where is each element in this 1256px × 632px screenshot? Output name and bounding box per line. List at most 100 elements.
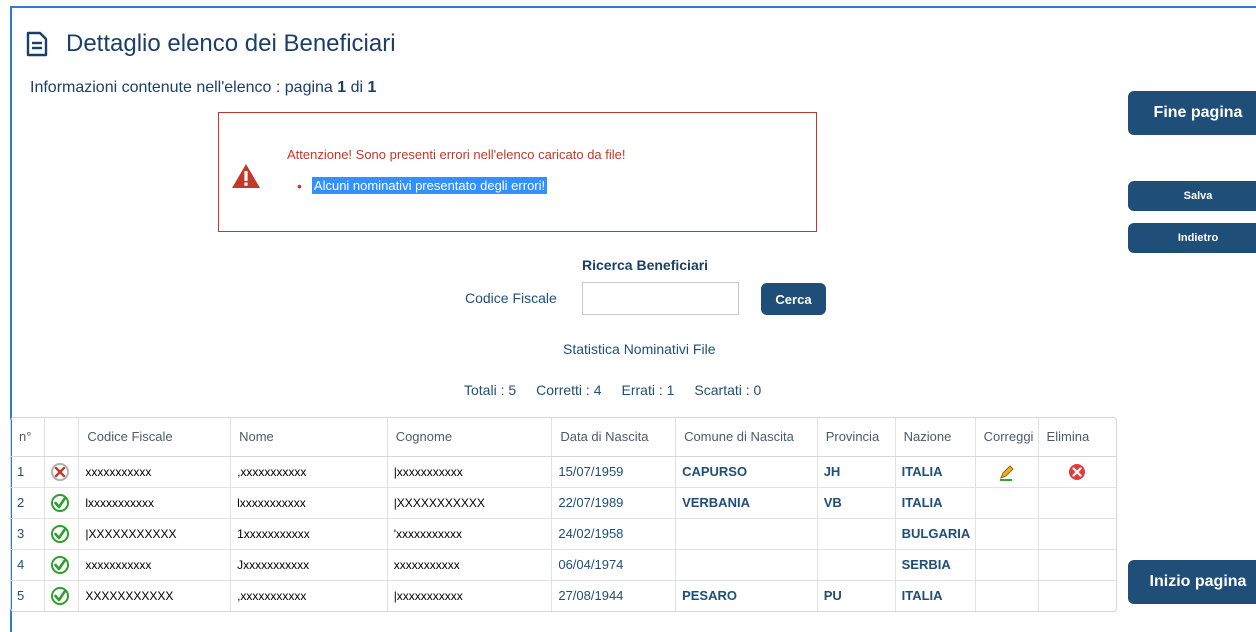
document-icon	[26, 31, 48, 57]
codice-fiscale-cell: xxxxxxxxxxx	[78, 549, 232, 581]
data-nascita-cell: 22/07/1989	[551, 487, 677, 519]
row-number: 4	[11, 549, 46, 581]
data-nascita-cell: 15/07/1959	[551, 456, 677, 488]
cognome-cell: |xxxxxxxxxxx	[387, 580, 553, 611]
column-header: Nazione	[895, 418, 976, 457]
row-number: 3	[11, 518, 46, 550]
column-header: Elimina	[1038, 418, 1116, 457]
salva-button[interactable]: Salva	[1128, 181, 1256, 211]
correggi-cell	[975, 487, 1039, 519]
nazione-cell: ITALIA	[895, 487, 976, 519]
elimina-cell	[1038, 580, 1116, 611]
row-number: 2	[11, 487, 46, 519]
nome-cell: lxxxxxxxxxxx	[230, 487, 388, 519]
stats-title: Statistica Nominativi File	[563, 341, 716, 357]
column-header: Comune di Nascita	[675, 418, 818, 457]
table-row: 2 lxxxxxxxxxxx lxxxxxxxxxxx |XXXXXXXXXXX 22/…	[11, 487, 1116, 519]
nome-cell: Jxxxxxxxxxxx	[230, 549, 388, 581]
row-number: 1	[11, 456, 46, 488]
delete-red-circle-icon[interactable]	[1068, 463, 1086, 481]
correggi-cell	[975, 518, 1039, 550]
column-header: Nome	[230, 418, 388, 457]
column-header: Provincia	[817, 418, 896, 457]
cognome-cell: 'xxxxxxxxxxx	[387, 518, 553, 550]
data-nascita-cell: 27/08/1944	[551, 580, 677, 611]
elimina-cell	[1038, 549, 1116, 581]
row-status	[44, 580, 80, 611]
column-header: Cognome	[387, 418, 553, 457]
data-nascita-cell: 06/04/1974	[551, 549, 677, 581]
elimina-cell	[1038, 518, 1116, 550]
alert-list: • Alcuni nominativi presentato degli err…	[297, 177, 548, 194]
row-number: 5	[11, 580, 46, 611]
correggi-cell[interactable]	[975, 456, 1039, 488]
column-header: n°	[11, 418, 46, 457]
provincia-cell: JH	[817, 456, 896, 488]
beneficiari-table: n° Codice Fiscale Nome Cognome Data di Nasci…	[10, 417, 1117, 612]
x-circle-gray-icon	[51, 462, 70, 481]
page-info-label: Informazioni contenute nell'elenco : pag…	[30, 79, 338, 96]
codice-fiscale-cell: |XXXXXXXXXXX	[78, 518, 232, 550]
provincia-cell: VB	[817, 487, 896, 519]
stat-corretti: Corretti : 4	[536, 382, 602, 398]
table-header-row: n° Codice Fiscale Nome Cognome Data di Nasci…	[11, 418, 1116, 457]
stat-totali: Totali : 5	[464, 382, 517, 398]
nazione-cell: BULGARIA	[895, 518, 976, 550]
fine-pagina-button[interactable]: Fine pagina	[1128, 91, 1256, 135]
cerca-button[interactable]: Cerca	[761, 283, 826, 315]
nome-cell: 1xxxxxxxxxxx	[230, 518, 388, 550]
comune-nascita-cell: VERBANIA	[675, 487, 818, 519]
comune-nascita-cell: PESARO	[675, 580, 818, 611]
check-circle-icon	[51, 555, 70, 574]
check-circle-icon	[51, 586, 70, 605]
page-header: Dettaglio elenco dei Beneficiari	[26, 30, 396, 58]
page-current: 1	[337, 79, 347, 96]
elimina-cell[interactable]	[1038, 456, 1116, 488]
row-status	[44, 518, 80, 550]
table-body: 1 xxxxxxxxxxx ,xxxxxxxxxxx |xxxxxxxxxxx 15/0…	[11, 456, 1116, 611]
alert-message: Attenzione! Sono presenti errori nell'el…	[287, 147, 626, 162]
correggi-cell	[975, 580, 1039, 611]
provincia-cell	[817, 549, 896, 581]
page-info: Informazioni contenute nell'elenco : pag…	[30, 79, 376, 97]
cognome-cell: xxxxxxxxxxx	[387, 549, 553, 581]
error-alert-box: Attenzione! Sono presenti errori nell'el…	[218, 112, 817, 232]
row-status	[44, 487, 80, 519]
stat-scartati: Scartati : 0	[694, 382, 762, 398]
elimina-cell	[1038, 487, 1116, 519]
column-header: Data di Nascita	[551, 418, 677, 457]
stats-summary: Totali : 5 Corretti : 4 Errati : 1 Scart…	[464, 382, 781, 398]
pencil-edit-icon[interactable]	[998, 463, 1016, 481]
correggi-cell	[975, 549, 1039, 581]
indietro-button[interactable]: Indietro	[1128, 223, 1256, 253]
codice-fiscale-label: Codice Fiscale	[465, 290, 557, 306]
codice-fiscale-input[interactable]	[582, 282, 739, 315]
alert-list-item: Alcuni nominativi presentato degli error…	[311, 177, 548, 194]
table-row: 5 XXXXXXXXXXX ,xxxxxxxxxxx |xxxxxxxxxxx 27/0…	[11, 580, 1116, 611]
nazione-cell: ITALIA	[895, 456, 976, 488]
provincia-cell	[817, 518, 896, 550]
cognome-cell: |xxxxxxxxxxx	[387, 456, 553, 488]
column-header: Correggi	[975, 418, 1039, 457]
page-sep: di	[346, 79, 368, 96]
comune-nascita-cell: CAPURSO	[675, 456, 818, 488]
nazione-cell: ITALIA	[895, 580, 976, 611]
nome-cell: ,xxxxxxxxxxx	[230, 456, 388, 488]
codice-fiscale-cell: XXXXXXXXXXX	[78, 580, 232, 611]
codice-fiscale-cell: xxxxxxxxxxx	[78, 456, 232, 488]
table-row: 3 |XXXXXXXXXXX 1xxxxxxxxxxx'xxxxxxxxxxx 24/…	[11, 518, 1116, 550]
inizio-pagina-button[interactable]: Inizio pagina	[1128, 560, 1256, 604]
nome-cell: ,xxxxxxxxxxx	[230, 580, 388, 611]
cognome-cell: |XXXXXXXXXXX	[387, 487, 553, 519]
row-status	[44, 549, 80, 581]
check-circle-icon	[51, 524, 70, 543]
provincia-cell: PU	[817, 580, 896, 611]
column-header: Codice Fiscale	[78, 418, 232, 457]
nazione-cell: SERBIA	[895, 549, 976, 581]
table-row: 1 xxxxxxxxxxx ,xxxxxxxxxxx |xxxxxxxxxxx 15/0…	[11, 456, 1116, 488]
page-total: 1	[367, 79, 377, 96]
search-title: Ricerca Beneficiari	[582, 257, 709, 273]
comune-nascita-cell	[675, 518, 818, 550]
row-status	[44, 456, 80, 488]
bullet: •	[297, 177, 302, 194]
